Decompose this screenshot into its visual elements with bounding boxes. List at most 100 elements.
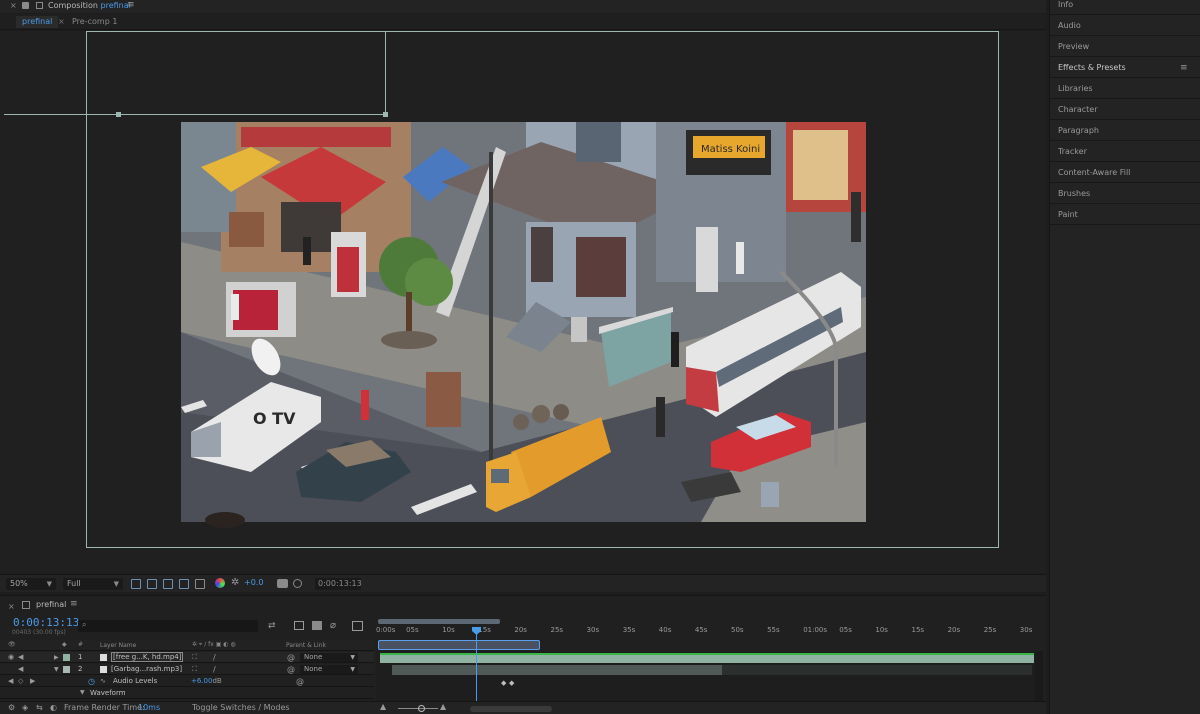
layer-row[interactable]: ◉ ◀ ▶ 1 [free g...K, hd.mp4] ⛶ / @ None … <box>0 652 374 663</box>
panel-paragraph[interactable]: Paragraph <box>1058 126 1099 138</box>
show-snapshot-icon[interactable] <box>293 579 302 588</box>
playhead-line[interactable] <box>476 627 477 701</box>
property-row-waveform[interactable]: ▼ Waveform <box>0 688 374 699</box>
tab-prefinal[interactable]: prefinal <box>16 16 59 28</box>
in-out-icon[interactable]: ⇆ <box>36 703 43 712</box>
snapshot-camera-icon[interactable] <box>277 579 288 588</box>
composition-menu-icon[interactable]: ≡ <box>127 0 135 10</box>
panel-info[interactable]: Info <box>1058 0 1073 12</box>
panel-lock-icon[interactable] <box>36 2 43 9</box>
speaker-icon[interactable]: ◀ <box>18 665 23 673</box>
layer-search-input[interactable] <box>78 620 258 632</box>
transform-handle[interactable] <box>383 112 388 117</box>
panel-tracker[interactable]: Tracker <box>1058 147 1087 159</box>
pick-whip-icon[interactable]: @ <box>287 653 295 662</box>
toggle-switches-modes[interactable]: Toggle Switches / Modes <box>192 703 290 712</box>
pick-whip-icon[interactable]: @ <box>296 677 304 686</box>
ruler-tick-label: 40s <box>658 626 672 634</box>
quality-switch-icon[interactable]: / <box>213 665 216 674</box>
region-of-interest-icon[interactable] <box>179 579 189 589</box>
zoom-in-icon[interactable]: ▲ <box>440 702 446 711</box>
color-management-icon[interactable]: ✲ <box>231 577 239 588</box>
composition-tab-bar: prefinal × Pre-comp 1 <box>0 14 1046 30</box>
parent-dropdown[interactable]: None ▼ <box>300 665 358 674</box>
expand-arrow-icon[interactable]: ▶ <box>54 654 59 661</box>
keyframe-marker[interactable]: ◆ <box>509 679 514 687</box>
expand-arrow-icon[interactable]: ▼ <box>80 689 85 696</box>
show-channel-icon[interactable] <box>215 578 225 588</box>
graph-editor-icon[interactable] <box>352 621 363 631</box>
mask-visibility-icon[interactable] <box>163 579 173 589</box>
timeline-menu-icon[interactable]: ≡ <box>70 599 78 609</box>
close-timeline-icon[interactable]: × <box>8 602 15 611</box>
audio-level-value[interactable]: +6.00dB <box>191 677 222 685</box>
ruler-tick-label: 50s <box>731 626 744 634</box>
transform-handle[interactable] <box>116 112 121 117</box>
footage-frame[interactable]: Matiss Koini O TV <box>181 122 866 522</box>
panel-content-aware-fill[interactable]: Content-Aware Fill <box>1058 168 1130 180</box>
tab-close-icon[interactable]: × <box>58 17 65 26</box>
fast-previews-icon[interactable] <box>131 579 141 589</box>
panel-effects-presets[interactable]: Effects & Presets <box>1058 63 1126 75</box>
viewer-timecode[interactable]: 0:00:13:13 <box>315 578 362 590</box>
collapse-switch-icon[interactable]: ⛶ <box>192 653 197 662</box>
transparency-grid-icon[interactable] <box>147 579 157 589</box>
label-color-swatch[interactable] <box>63 654 70 661</box>
header-parent-link[interactable]: Parent & Link <box>286 642 326 649</box>
panel-libraries[interactable]: Libraries <box>1058 84 1093 96</box>
eye-icon[interactable]: ◉ <box>8 653 14 661</box>
timeline-tab-name[interactable]: prefinal <box>36 600 66 609</box>
layer-name[interactable]: [Garbag...rash.mp3] <box>111 665 182 673</box>
work-area-bar[interactable] <box>378 640 540 650</box>
transfer-controls-icon[interactable]: ◈ <box>22 703 28 712</box>
time-stretch-icon[interactable]: ◐ <box>50 703 57 712</box>
add-keyframe-icon[interactable]: ◇ <box>18 677 23 685</box>
collapse-switch-icon[interactable]: ⛶ <box>192 665 197 674</box>
time-navigator[interactable] <box>378 619 500 624</box>
lock-icon[interactable] <box>22 2 29 9</box>
comp-flowchart-icon[interactable]: ⇄ <box>268 621 276 631</box>
zoom-out-icon[interactable]: ▲ <box>380 702 386 711</box>
quality-switch-icon[interactable]: / <box>213 653 216 662</box>
ruler-tick-label: 45s <box>694 626 708 634</box>
timeline-scrollbar[interactable] <box>1035 651 1043 701</box>
keyframe-marker[interactable]: ◆ <box>501 679 506 687</box>
close-composition-icon[interactable]: × <box>10 1 17 10</box>
speaker-icon[interactable]: ◀ <box>18 653 23 661</box>
grid-guides-icon[interactable] <box>195 579 205 589</box>
stopwatch-icon[interactable]: ◷ <box>88 677 95 686</box>
next-keyframe-icon[interactable]: ▶ <box>30 677 35 685</box>
resolution-dropdown[interactable]: Full ▼ <box>63 578 123 590</box>
layer-name[interactable]: [free g...K, hd.mp4] <box>111 652 184 662</box>
zoom-slider-thumb[interactable] <box>418 705 425 712</box>
timeline-h-scrollbar[interactable] <box>470 706 552 712</box>
label-color-swatch[interactable] <box>63 666 70 673</box>
manhole-cover <box>205 512 245 528</box>
magnification-dropdown[interactable]: 50% ▼ <box>6 578 56 590</box>
prev-keyframe-icon[interactable]: ◀ <box>8 677 13 685</box>
frame-blending-icon[interactable]: ⌀ <box>330 620 336 631</box>
shy-layers-icon[interactable] <box>312 621 322 630</box>
render-switch-icon[interactable]: ⚙ <box>8 703 15 712</box>
current-time-display[interactable]: 0:00:13:13 <box>13 616 79 629</box>
tab-pre-comp-1[interactable]: Pre-comp 1 <box>66 16 123 28</box>
exposure-value[interactable]: +0.0 <box>244 578 263 587</box>
property-row-audio-levels[interactable]: ◀ ◇ ▶ ◷ ∿ Audio Levels +6.00dB @ <box>0 676 374 687</box>
layer-row[interactable]: ◀ ▼ 2 [Garbag...rash.mp3] ⛶ / @ None ▼ <box>0 664 374 675</box>
panel-audio[interactable]: Audio <box>1058 21 1081 33</box>
viewer-footer: 50% ▼ Full ▼ ✲ +0.0 0:00:13:13 <box>0 574 1046 592</box>
property-name: Audio Levels <box>113 677 158 685</box>
header-hash: # <box>78 641 84 648</box>
draft-3d-icon[interactable] <box>294 621 304 630</box>
panel-brushes[interactable]: Brushes <box>1058 189 1090 201</box>
parent-dropdown[interactable]: None ▼ <box>300 653 358 662</box>
layer-2-duration-bar[interactable] <box>392 665 722 675</box>
panel-menu-icon[interactable]: ≡ <box>1180 63 1188 73</box>
store-sign-text: Matiss Koini <box>701 144 760 155</box>
panel-preview[interactable]: Preview <box>1058 42 1089 54</box>
header-layer-name[interactable]: Layer Name <box>100 642 136 649</box>
collapse-arrow-icon[interactable]: ▼ <box>54 666 59 673</box>
panel-character[interactable]: Character <box>1058 105 1098 117</box>
pick-whip-icon[interactable]: @ <box>287 665 295 674</box>
panel-paint[interactable]: Paint <box>1058 210 1078 222</box>
